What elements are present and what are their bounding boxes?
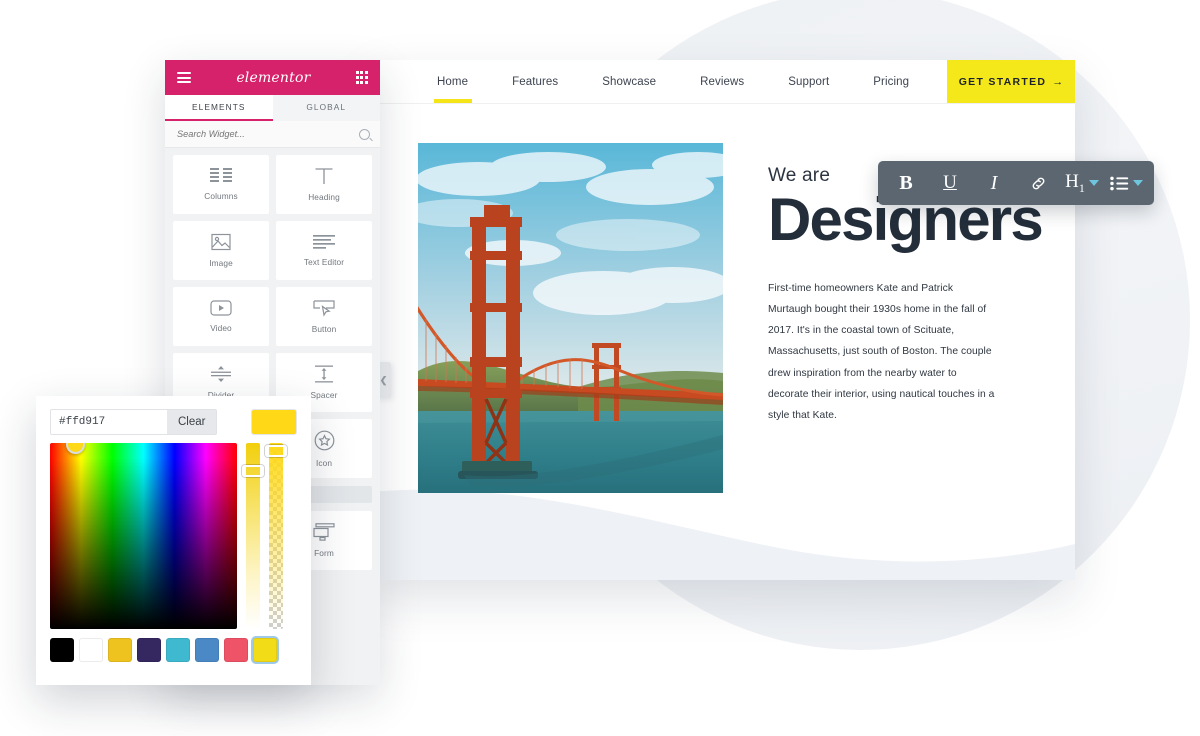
divider-icon	[211, 366, 231, 382]
widget-label: Button	[311, 323, 337, 334]
nav-link-reviews[interactable]: Reviews	[678, 76, 766, 88]
widget-video[interactable]: Video	[173, 287, 269, 346]
nav-link-support[interactable]: Support	[766, 76, 851, 88]
screenshot-stage: Home Features Showcase Reviews Support P…	[0, 0, 1200, 736]
tab-elements[interactable]: ELEMENTS	[165, 95, 273, 121]
h1-icon: H1	[1065, 170, 1085, 195]
clear-button[interactable]: Clear	[167, 410, 217, 434]
widget-button[interactable]: Button	[276, 287, 372, 346]
hex-input-group: Clear	[50, 409, 218, 435]
tab-global[interactable]: GLOBAL	[272, 95, 380, 121]
color-preview-swatch	[251, 409, 297, 435]
swatch-indigo[interactable]	[137, 638, 161, 662]
widget-label: Columns	[204, 191, 238, 201]
chevron-down-icon	[1088, 180, 1099, 186]
italic-button[interactable]: I	[972, 161, 1016, 205]
heading-icon	[315, 168, 333, 184]
color-picker-header: Clear	[36, 396, 311, 435]
form-icon	[313, 523, 335, 541]
list-button[interactable]	[1104, 161, 1148, 205]
widget-label: Image	[209, 258, 233, 268]
bold-button[interactable]: B	[884, 161, 928, 205]
widget-heading[interactable]: Heading	[276, 155, 372, 214]
arrow-right-icon: →	[1052, 75, 1064, 88]
nav-link-features[interactable]: Features	[490, 76, 580, 88]
search-input[interactable]	[175, 128, 329, 140]
link-button[interactable]	[1016, 161, 1060, 205]
panel-tabs: ELEMENTS GLOBAL	[165, 95, 380, 121]
widget-search-bar	[165, 121, 380, 148]
widget-label: Icon	[315, 457, 333, 468]
swatch-white[interactable]	[79, 638, 103, 662]
widget-label: Form	[314, 548, 334, 558]
widget-label: Spacer	[310, 390, 338, 400]
swatch-yellow-selected[interactable]	[253, 638, 277, 662]
spacer-icon	[315, 365, 333, 383]
get-started-button[interactable]: GET STARTED →	[947, 60, 1075, 103]
chevron-down-icon-list	[1132, 180, 1143, 186]
underline-icon: U	[943, 172, 957, 193]
nav-link-showcase[interactable]: Showcase	[580, 76, 678, 88]
image-icon	[211, 233, 231, 251]
heading-level-button[interactable]: H1	[1060, 161, 1104, 205]
swatch-red[interactable]	[224, 638, 248, 662]
swatch-black[interactable]	[50, 638, 74, 662]
lightness-handle[interactable]	[242, 465, 264, 477]
site-navbar: Home Features Showcase Reviews Support P…	[370, 60, 1075, 104]
widget-label: Text Editor	[303, 256, 345, 267]
swatch-blue[interactable]	[195, 638, 219, 662]
apps-grid-icon[interactable]	[355, 71, 368, 84]
saturation-value-area[interactable]	[50, 443, 237, 629]
alpha-slider[interactable]	[265, 443, 287, 629]
widget-label: Video	[210, 323, 232, 333]
color-picker-popup: Clear	[36, 396, 311, 685]
alpha-handle[interactable]	[265, 445, 287, 457]
italic-icon: I	[990, 171, 998, 194]
text-editor-icon	[313, 234, 335, 249]
panel-header: elementor	[165, 60, 380, 95]
nav-link-pricing[interactable]: Pricing	[851, 76, 931, 88]
video-icon	[210, 300, 232, 316]
hero-paragraph[interactable]: First-time homeowners Kate and Patrick M…	[768, 278, 996, 426]
button-icon	[313, 299, 335, 317]
link-icon	[1032, 177, 1044, 189]
color-picker-body	[36, 435, 311, 629]
preset-swatches	[36, 629, 311, 662]
rich-text-toolbar: B U I H1	[878, 161, 1154, 205]
nav-link-home[interactable]: Home	[415, 76, 490, 88]
widget-text-editor[interactable]: Text Editor	[276, 221, 372, 280]
widget-image[interactable]: Image	[173, 221, 269, 280]
widget-label: Heading	[308, 192, 340, 202]
widget-columns[interactable]: Columns	[173, 155, 269, 214]
hex-input[interactable]	[51, 410, 167, 434]
search-icon	[359, 128, 370, 140]
bold-icon: B	[899, 171, 913, 194]
get-started-label: GET STARTED	[958, 75, 1047, 88]
underline-button[interactable]: U	[928, 161, 972, 205]
list-icon	[1109, 176, 1128, 190]
lightness-slider[interactable]	[242, 443, 264, 629]
swatch-cyan[interactable]	[166, 638, 190, 662]
swatch-gold[interactable]	[108, 638, 132, 662]
hamburger-menu-icon[interactable]	[177, 72, 191, 83]
icon-star-icon	[314, 430, 334, 450]
columns-icon	[210, 168, 232, 182]
site-preview-card: Home Features Showcase Reviews Support P…	[370, 60, 1075, 580]
elementor-logo: elementor	[236, 69, 311, 86]
chevron-left-icon: ❮	[379, 374, 388, 385]
hero-image	[418, 143, 723, 493]
saturation-handle[interactable]	[66, 443, 85, 454]
nav-links: Home Features Showcase Reviews Support P…	[370, 76, 931, 88]
